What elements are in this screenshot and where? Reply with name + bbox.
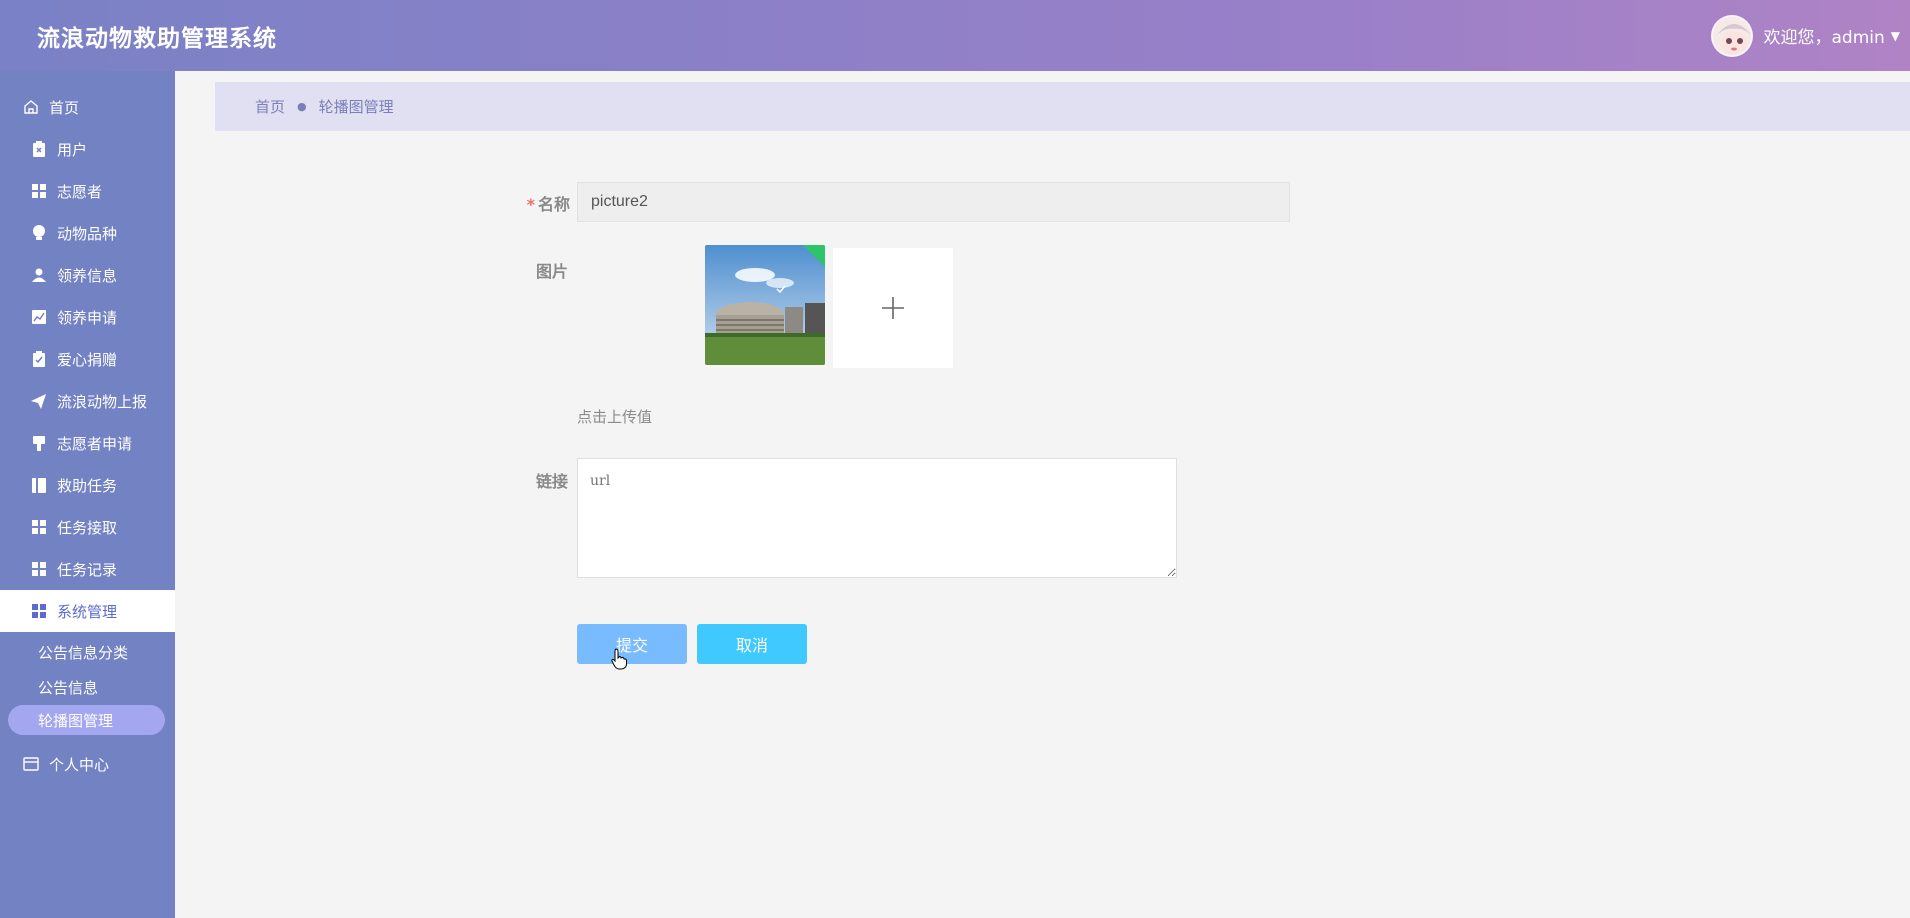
sidebar-item-label: 流浪动物上报 <box>57 392 148 411</box>
sidebar-item-label: 系统管理 <box>57 602 118 621</box>
sidebar-item-label: 救助任务 <box>57 476 118 495</box>
book-icon <box>30 477 47 494</box>
sidebar-item-label: 志愿者 <box>57 182 103 201</box>
sidebar-item-label: 任务记录 <box>57 560 118 579</box>
name-input[interactable] <box>577 182 1290 222</box>
submit-button[interactable]: 提交 <box>577 624 687 664</box>
grid-icon <box>30 183 47 200</box>
sidebar-item-label: 领养申请 <box>57 308 118 327</box>
grid-icon <box>30 603 47 620</box>
sidebar-subitem-carousel[interactable]: 轮播图管理 <box>8 705 165 735</box>
sidebar-item-label: 首页 <box>49 98 80 117</box>
breadcrumb-separator: ● <box>297 100 307 113</box>
grid-icon <box>30 519 47 536</box>
image-label: 图片 <box>535 262 568 281</box>
sidebar-item-personal-center[interactable]: 个人中心 <box>0 743 175 785</box>
link-textarea[interactable] <box>577 458 1177 578</box>
sidebar-item-users[interactable]: 用户 <box>0 128 175 170</box>
wallet-icon <box>22 756 39 773</box>
sidebar-item-label: 动物品种 <box>57 224 118 243</box>
chevron-down-icon[interactable]: ▼ <box>1891 29 1900 43</box>
sidebar-item-donation[interactable]: 爱心捐赠 <box>0 338 175 380</box>
link-label: 链接 <box>535 472 568 491</box>
sidebar-item-label: 个人中心 <box>49 755 110 774</box>
sidebar-subitem-notice-info[interactable]: 公告信息 <box>0 670 175 705</box>
person-icon <box>30 267 47 284</box>
sidebar-item-volunteer-apply[interactable]: 志愿者申请 <box>0 422 175 464</box>
sidebar-item-stray-report[interactable]: 流浪动物上报 <box>0 380 175 422</box>
breadcrumb: 首页 ● 轮播图管理 <box>215 82 1910 131</box>
grid-icon <box>30 561 47 578</box>
avatar[interactable] <box>1711 14 1754 57</box>
breadcrumb-home[interactable]: 首页 <box>255 96 285 117</box>
sidebar-item-rescue-tasks[interactable]: 救助任务 <box>0 464 175 506</box>
sidebar-item-home[interactable]: 首页 <box>0 86 175 128</box>
send-icon <box>30 393 47 410</box>
cancel-button[interactable]: 取消 <box>697 624 807 664</box>
sidebar-item-task-accept[interactable]: 任务接取 <box>0 506 175 548</box>
sidebar-item-label: 任务接取 <box>57 518 118 537</box>
user-menu[interactable]: 欢迎您，admin ▼ <box>1711 14 1900 57</box>
sidebar-item-task-records[interactable]: 任务记录 <box>0 548 175 590</box>
sidebar-item-adoption-apply[interactable]: 领养申请 <box>0 296 175 338</box>
sidebar-item-animal-breeds[interactable]: 动物品种 <box>0 212 175 254</box>
sidebar-item-adoption-info[interactable]: 领养信息 <box>0 254 175 296</box>
name-label: * 名称 <box>526 195 570 214</box>
hand-cursor-icon <box>611 648 627 674</box>
sidebar-item-label: 领养信息 <box>57 266 118 285</box>
welcome-text: 欢迎您，admin <box>1763 28 1885 48</box>
clipboard-x-icon <box>30 141 47 158</box>
plus-icon <box>882 297 904 319</box>
stamp-icon <box>30 435 47 452</box>
sidebar-item-label: 志愿者申请 <box>57 434 133 453</box>
uploaded-image-thumbnail[interactable] <box>705 245 825 365</box>
required-mark: * <box>526 195 535 214</box>
app-title: 流浪动物救助管理系统 <box>37 25 277 52</box>
upload-hint: 点击上传值 <box>577 408 653 426</box>
bulb-icon <box>30 225 47 242</box>
top-header: 流浪动物救助管理系统 欢迎您，admin ▼ <box>0 0 1910 71</box>
sidebar-item-label: 用户 <box>57 140 88 159</box>
sidebar-item-label: 爱心捐赠 <box>57 350 118 369</box>
sidebar-item-volunteers[interactable]: 志愿者 <box>0 170 175 212</box>
sidebar: 首页 用户 志愿者 动物品种 领养信息 领养申请 爱心捐赠 流浪动物上报 志愿者… <box>0 71 175 918</box>
breadcrumb-current: 轮播图管理 <box>318 98 394 116</box>
home-icon <box>22 99 39 116</box>
chart-icon <box>30 309 47 326</box>
upload-button[interactable] <box>833 248 953 368</box>
sidebar-subitem-notice-category[interactable]: 公告信息分类 <box>0 635 175 670</box>
clipboard-check-icon <box>30 351 47 368</box>
sidebar-item-system-management[interactable]: 系统管理 <box>0 590 175 632</box>
